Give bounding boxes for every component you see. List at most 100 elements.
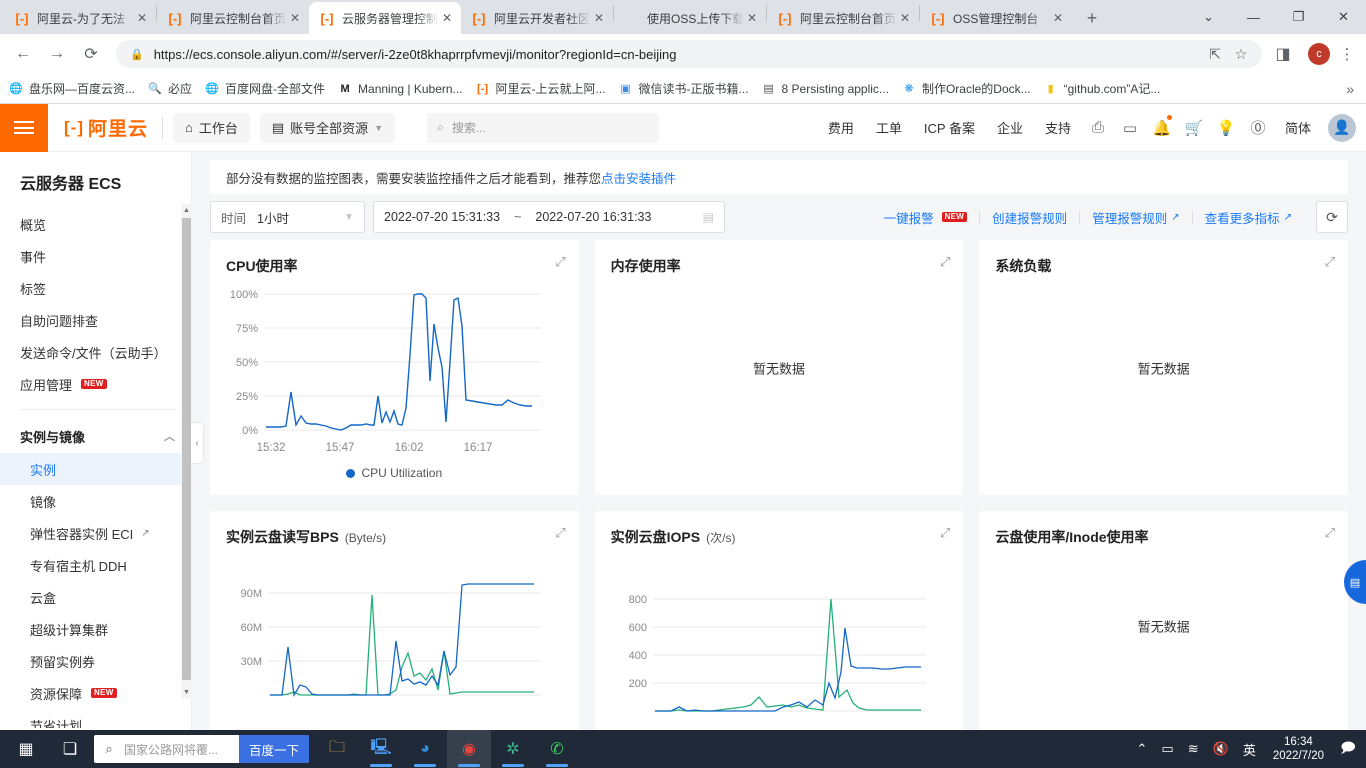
bookmark-item[interactable]: 🔍 必应	[147, 80, 192, 97]
profile-avatar[interactable]: c	[1308, 43, 1330, 65]
address-bar[interactable]: 🔒 https://ecs.console.aliyun.com/#/serve…	[116, 40, 1262, 68]
sidebar-collapse-button[interactable]: ‹	[191, 422, 204, 464]
task-view-icon[interactable]: ❏	[48, 730, 92, 768]
browser-tab[interactable]: [-] 阿里云-为了无法 ✕	[4, 2, 156, 34]
date-end-value[interactable]: 2022-07-20 16:31:33	[535, 210, 651, 224]
browser-tab[interactable]: [-] 阿里云控制台首页 ✕	[157, 2, 309, 34]
calendar-icon[interactable]: ▤	[703, 210, 714, 224]
sidebar-item-instances[interactable]: 实例	[0, 453, 191, 485]
sidebar-item-scc[interactable]: 超级计算集群	[0, 613, 191, 645]
manage-alarm-rules-link[interactable]: 管理报警规则 ↗	[1080, 208, 1191, 227]
date-start-value[interactable]: 2022-07-20 15:31:33	[384, 210, 500, 224]
bookmark-item[interactable]: ▣ 微信读书-正版书籍...	[618, 80, 748, 97]
scroll-up-arrow-icon[interactable]: ▲	[181, 204, 192, 217]
scroll-down-arrow-icon[interactable]: ▼	[181, 686, 192, 699]
hamburger-icon[interactable]	[0, 104, 48, 152]
sidebar-item-send-command[interactable]: 发送命令/文件（云助手）	[0, 336, 191, 368]
reload-icon[interactable]: ⟳	[76, 39, 106, 69]
battery-icon[interactable]: ▭	[1154, 741, 1180, 757]
terminal-icon[interactable]: ▭	[1114, 119, 1146, 137]
chrome-icon[interactable]: ◉	[447, 730, 491, 768]
windows-icon[interactable]: ▦	[4, 730, 48, 768]
bell-icon[interactable]: 🔔	[1146, 114, 1178, 137]
bookmark-item[interactable]: M Manning | Kubern...	[337, 81, 462, 97]
ime-indicator[interactable]: 英	[1236, 740, 1263, 759]
close-icon[interactable]: ✕	[744, 11, 760, 25]
expand-icon[interactable]: ⤢	[1325, 525, 1335, 541]
taskbar-search[interactable]: ⌕ 国家公路网将覆... 百度一下	[94, 735, 309, 763]
aliyun-logo[interactable]: [-] 阿里云	[64, 114, 148, 141]
time-range-select[interactable]: 时间 1小时 ▼	[210, 201, 365, 233]
bookmark-item[interactable]: [-] 阿里云-上云就上阿...	[475, 80, 606, 97]
install-plugin-link[interactable]: 点击安装插件	[601, 168, 676, 187]
user-avatar[interactable]: 👤	[1328, 113, 1356, 142]
bookmark-item[interactable]: 🌐 百度网盘-全部文件	[204, 80, 325, 97]
wechat-icon[interactable]: ✆	[535, 730, 579, 768]
forward-icon[interactable]: →	[42, 39, 72, 69]
edge-icon[interactable]: ◕	[403, 730, 447, 768]
volume-mute-icon[interactable]: 🔇	[1206, 741, 1236, 757]
expand-icon[interactable]: ⤢	[555, 254, 565, 270]
refresh-button[interactable]: ⟳	[1316, 201, 1348, 233]
nav-link-support[interactable]: 支持	[1034, 118, 1082, 137]
baidu-search-button[interactable]: 百度一下	[238, 735, 309, 763]
taskbar-clock[interactable]: 16:34 2022/7/20	[1263, 735, 1334, 764]
notification-icon[interactable]: 🗩	[1334, 737, 1362, 761]
workbench-button[interactable]: ⌂ 工作台	[173, 112, 250, 143]
close-icon[interactable]: ✕	[897, 11, 913, 25]
maximize-button[interactable]: ❐	[1276, 0, 1321, 34]
expand-icon[interactable]: ⤢	[555, 525, 565, 541]
sidebar-item-events[interactable]: 事件	[0, 240, 191, 272]
close-icon[interactable]: ✕	[591, 11, 607, 25]
sidebar-item-cloudbox[interactable]: 云盒	[0, 581, 191, 613]
sidebar-item-ddh[interactable]: 专有宿主机 DDH	[0, 549, 191, 581]
close-icon[interactable]: ✕	[134, 11, 150, 25]
cart-icon[interactable]: 🛒	[1178, 119, 1210, 137]
date-range-picker[interactable]: 2022-07-20 15:31:33 ~ 2022-07-20 16:31:3…	[373, 201, 725, 233]
nav-link-billing[interactable]: 费用	[817, 118, 865, 137]
nav-link-enterprise[interactable]: 企业	[986, 118, 1034, 137]
sidebar-item-savings-plan[interactable]: 节省计划	[0, 709, 191, 729]
star-icon[interactable]: ☆	[1228, 46, 1254, 63]
view-more-metrics-link[interactable]: 查看更多指标 ↗	[1193, 208, 1304, 227]
minimize-button[interactable]: —	[1231, 0, 1276, 34]
sidebar-item-overview[interactable]: 概览	[0, 208, 191, 240]
share-icon[interactable]: ⇱	[1202, 46, 1228, 63]
create-alarm-rule-link[interactable]: 创建报警规则	[980, 208, 1079, 227]
browser-tab[interactable]: [-] OSS管理控制台 ✕	[920, 2, 1072, 34]
file-explorer-icon[interactable]: 🗀	[315, 730, 359, 768]
remote-desktop-icon[interactable]: 🖳	[359, 730, 403, 768]
language-selector[interactable]: 简体	[1274, 118, 1322, 137]
expand-icon[interactable]: ⤢	[940, 525, 950, 541]
help-icon[interactable]: ⓪	[1242, 117, 1274, 138]
browser-tab-active[interactable]: [-] 云服务器管理控制台 ✕	[309, 2, 461, 34]
bookmark-item[interactable]: 🌐 盘乐网—百度云资...	[8, 80, 135, 97]
expand-icon[interactable]: ⤢	[940, 254, 950, 270]
sidebar-item-eci[interactable]: 弹性容器实例 ECI ↗	[0, 517, 191, 549]
sidebar-group-instances-images[interactable]: 实例与镜像 ︿	[0, 419, 191, 453]
sidebar-item-reserved-instance[interactable]: 预留实例券	[0, 645, 191, 677]
sidebar-item-resource-assurance[interactable]: 资源保障 NEW	[0, 677, 191, 709]
side-panel-icon[interactable]: ◨	[1268, 39, 1298, 69]
bookmark-item[interactable]: ❋ 制作Oracle的Dock...	[901, 80, 1030, 97]
resource-scope-selector[interactable]: ▤ 账号全部资源 ▼	[259, 112, 396, 143]
sidebar-item-app-management[interactable]: 应用管理 NEW	[0, 368, 191, 400]
bookmark-item[interactable]: ▮ “github.com”A记...	[1043, 80, 1161, 97]
bookmark-item[interactable]: ▤ 8 Persisting applic...	[761, 81, 889, 97]
close-icon[interactable]: ✕	[1050, 11, 1066, 25]
bookmarks-overflow-icon[interactable]: »	[1346, 81, 1358, 97]
sidebar-item-tags[interactable]: 标签	[0, 272, 191, 304]
scrollbar-thumb[interactable]	[182, 218, 191, 680]
browser-tab[interactable]: [-] 阿里云开发者社区 ✕	[461, 2, 613, 34]
nav-link-icp[interactable]: ICP 备案	[913, 118, 986, 137]
nav-link-tickets[interactable]: 工单	[865, 118, 913, 137]
search-input[interactable]: ⌕ 搜索...	[427, 112, 660, 143]
bulb-icon[interactable]: 💡	[1210, 119, 1242, 137]
close-icon[interactable]: ✕	[287, 11, 303, 25]
back-icon[interactable]: ←	[8, 39, 38, 69]
expand-icon[interactable]: ⤢	[1325, 254, 1335, 270]
browser-tab[interactable]: 使用OSS上传下载 ✕	[614, 2, 766, 34]
sidebar-item-self-troubleshoot[interactable]: 自助问题排查	[0, 304, 191, 336]
one-click-alarm-link[interactable]: 一键报警 NEW	[872, 208, 980, 227]
sidebar-item-images[interactable]: 镜像	[0, 485, 191, 517]
